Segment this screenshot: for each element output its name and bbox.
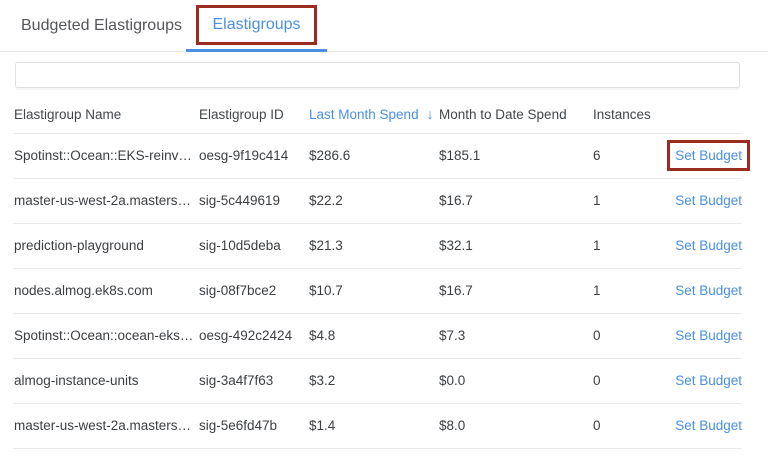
set-budget-link[interactable]: Set Budget — [675, 373, 742, 388]
tab-elastigroups[interactable]: Elastigroups — [186, 0, 327, 52]
cell-action: Set Budget — [662, 178, 742, 223]
cell-elastigroup-id: sig-5e6fd47b — [198, 403, 308, 448]
cell-instances: 0 — [592, 403, 662, 448]
cell-elastigroup-name: almog-instance-units — [13, 358, 198, 403]
cell-elastigroup-name: Spotinst::Ocean::EKS-reinv… — [13, 133, 198, 178]
page: Budgeted Elastigroups Elastigroups Elast… — [0, 0, 768, 457]
cell-elastigroup-id: sig-3a4f7f63 — [198, 358, 308, 403]
cell-instances: 1 — [592, 223, 662, 268]
cell-action: Set Budget — [662, 403, 742, 448]
cell-elastigroup-id: sig-5c449619 — [198, 178, 308, 223]
table-body: Spotinst::Ocean::EKS-reinv… oesg-9f19c41… — [13, 133, 742, 448]
column-header-last-month-spend[interactable]: Last Month Spend ↓ — [308, 88, 438, 133]
tab-budgeted-elastigroups[interactable]: Budgeted Elastigroups — [21, 0, 182, 52]
table-header-row: Elastigroup Name Elastigroup ID Last Mon… — [13, 88, 742, 133]
table-row: prediction-playground sig-10d5deba $21.3… — [13, 223, 742, 268]
cell-instances: 0 — [592, 313, 662, 358]
column-header-actions — [662, 88, 742, 133]
table-row: master-us-west-2a.masters… sig-5c449619 … — [13, 178, 742, 223]
set-budget-link[interactable]: Set Budget — [675, 238, 742, 253]
cell-instances: 1 — [592, 268, 662, 313]
elastigroups-table: Elastigroup Name Elastigroup ID Last Mon… — [13, 88, 742, 449]
column-header-instances[interactable]: Instances — [592, 88, 662, 133]
table-row: almog-instance-units sig-3a4f7f63 $3.2 $… — [13, 358, 742, 403]
column-header-month-to-date-spend[interactable]: Month to Date Spend — [438, 88, 592, 133]
cell-elastigroup-id: oesg-9f19c414 — [198, 133, 308, 178]
cell-last-month-spend: $10.7 — [308, 268, 438, 313]
cell-elastigroup-name: nodes.almog.ek8s.com — [13, 268, 198, 313]
cell-last-month-spend: $22.2 — [308, 178, 438, 223]
cell-elastigroup-id: sig-10d5deba — [198, 223, 308, 268]
cell-month-to-date-spend: $8.0 — [438, 403, 592, 448]
set-budget-link[interactable]: Set Budget — [675, 418, 742, 433]
table-row: nodes.almog.ek8s.com sig-08f7bce2 $10.7 … — [13, 268, 742, 313]
cell-action: Set Budget — [662, 268, 742, 313]
cell-month-to-date-spend: $185.1 — [438, 133, 592, 178]
cell-elastigroup-id: sig-08f7bce2 — [198, 268, 308, 313]
cell-instances: 0 — [592, 358, 662, 403]
filter-input[interactable] — [15, 62, 740, 88]
column-header-elastigroup-name[interactable]: Elastigroup Name — [13, 88, 198, 133]
set-budget-link[interactable]: Set Budget — [675, 328, 742, 343]
table-row: master-us-west-2a.masters… sig-5e6fd47b … — [13, 403, 742, 448]
cell-elastigroup-name: Spotinst::Ocean::ocean-eks… — [13, 313, 198, 358]
tab-bar: Budgeted Elastigroups Elastigroups — [0, 0, 768, 52]
cell-elastigroup-id: oesg-492c2424 — [198, 313, 308, 358]
tab-elastigroups-label: Elastigroups — [212, 16, 300, 33]
cell-action: Set Budget — [662, 358, 742, 403]
cell-last-month-spend: $1.4 — [308, 403, 438, 448]
cell-elastigroup-name: master-us-west-2a.masters… — [13, 403, 198, 448]
tab-budgeted-elastigroups-label: Budgeted Elastigroups — [21, 17, 182, 35]
cell-last-month-spend: $4.8 — [308, 313, 438, 358]
sort-desc-icon[interactable]: ↓ — [427, 106, 434, 122]
table-row: Spotinst::Ocean::ocean-eks… oesg-492c242… — [13, 313, 742, 358]
cell-last-month-spend: $21.3 — [308, 223, 438, 268]
cell-instances: 6 — [592, 133, 662, 178]
cell-action: Set Budget — [662, 223, 742, 268]
cell-elastigroup-name: master-us-west-2a.masters… — [13, 178, 198, 223]
filter-row — [0, 52, 768, 88]
cell-action: Set Budget — [662, 133, 742, 178]
column-header-elastigroup-id[interactable]: Elastigroup ID — [198, 88, 308, 133]
set-budget-link[interactable]: Set Budget — [675, 148, 742, 163]
cell-instances: 1 — [592, 178, 662, 223]
cell-last-month-spend: $286.6 — [308, 133, 438, 178]
cell-action: Set Budget — [662, 313, 742, 358]
cell-month-to-date-spend: $16.7 — [438, 268, 592, 313]
cell-month-to-date-spend: $32.1 — [438, 223, 592, 268]
cell-last-month-spend: $3.2 — [308, 358, 438, 403]
cell-month-to-date-spend: $0.0 — [438, 358, 592, 403]
cell-elastigroup-name: prediction-playground — [13, 223, 198, 268]
set-budget-link[interactable]: Set Budget — [675, 193, 742, 208]
column-header-last-month-spend-label: Last Month Spend — [309, 107, 419, 122]
cell-month-to-date-spend: $16.7 — [438, 178, 592, 223]
cell-month-to-date-spend: $7.3 — [438, 313, 592, 358]
table-row: Spotinst::Ocean::EKS-reinv… oesg-9f19c41… — [13, 133, 742, 178]
set-budget-link[interactable]: Set Budget — [675, 283, 742, 298]
annotation-box-tab: Elastigroups — [196, 5, 316, 45]
